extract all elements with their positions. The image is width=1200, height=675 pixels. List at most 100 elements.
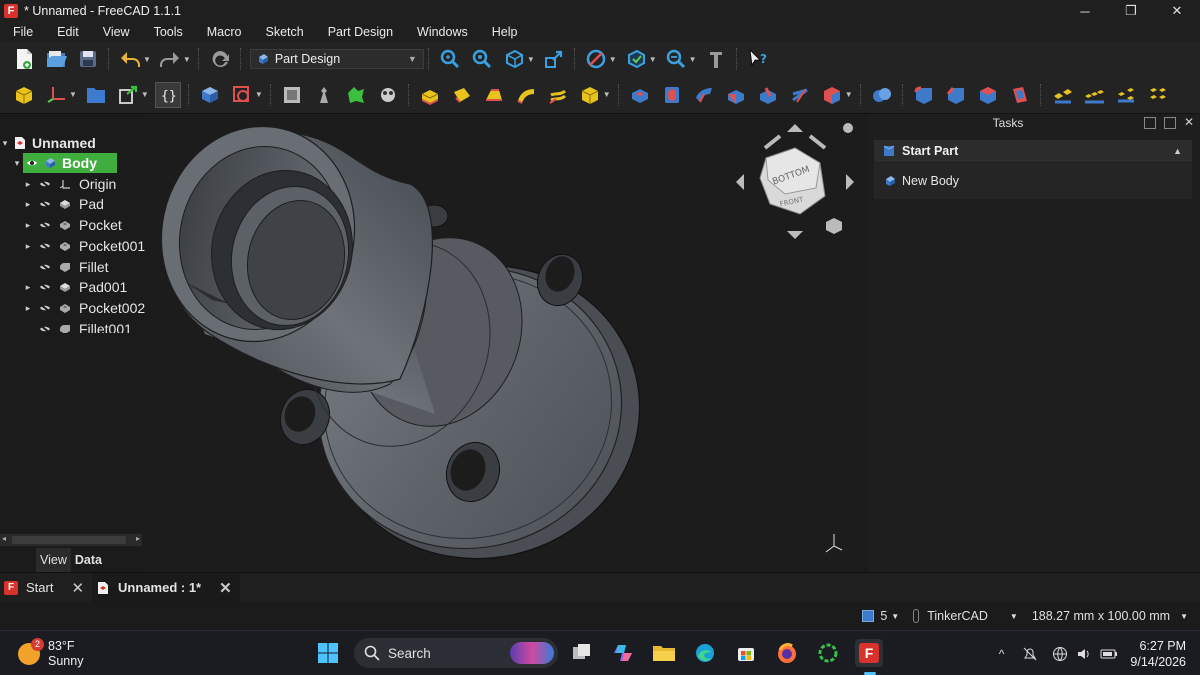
new-sketch-icon[interactable] (229, 82, 255, 108)
minimize-button[interactable]: ─ (1062, 0, 1108, 22)
scroll-left-icon[interactable]: ◂ (2, 534, 6, 543)
menu-macro[interactable]: Macro (195, 25, 254, 39)
close-button[interactable]: ✕ (1154, 0, 1200, 22)
firefox-button[interactable] (773, 639, 801, 667)
undo-dropdown-icon[interactable]: ▼ (143, 55, 151, 64)
chevron-down-icon[interactable]: ▼ (1180, 612, 1188, 621)
tree-item-body[interactable]: ▾ Body (0, 153, 150, 173)
app-button[interactable] (814, 639, 842, 667)
std-view-icon[interactable] (623, 46, 649, 72)
subtractive-primitive-icon[interactable] (819, 82, 845, 108)
tab-view[interactable]: View (36, 548, 71, 572)
link-icon[interactable] (115, 82, 141, 108)
eye-icon[interactable] (26, 158, 38, 168)
tab-data[interactable]: Data (70, 548, 106, 572)
expand-arrow-icon[interactable]: ▸ (23, 199, 33, 210)
3d-viewport[interactable]: BOTTOM FRONT (150, 114, 864, 572)
eye-hidden-icon[interactable] (39, 241, 51, 251)
tree-item-pocket001[interactable]: ▸ Pocket001 (0, 236, 150, 256)
datum-line-icon[interactable] (43, 82, 69, 108)
eye-hidden-icon[interactable] (39, 179, 51, 189)
selection-count[interactable]: 5 ▼ (862, 609, 899, 623)
notifications-off-icon[interactable] (1022, 646, 1038, 662)
variable-set-icon[interactable]: {} (154, 81, 181, 108)
whats-this-icon[interactable]: ? (745, 46, 771, 72)
redo-icon[interactable] (157, 46, 183, 72)
revolution-icon[interactable] (449, 82, 475, 108)
helix-icon[interactable] (545, 82, 571, 108)
eye-hidden-icon[interactable] (39, 220, 51, 230)
tree-item-pad001[interactable]: ▸ Pad001 (0, 277, 150, 297)
refresh-icon[interactable] (207, 46, 233, 72)
pocket-icon[interactable] (627, 82, 653, 108)
validate-sketch-icon[interactable] (279, 82, 305, 108)
save-icon[interactable] (75, 46, 101, 72)
thickness-icon[interactable] (1007, 82, 1033, 108)
freecad-taskbar-button[interactable]: F (855, 639, 883, 667)
additive-primitive-icon[interactable] (577, 82, 603, 108)
eye-hidden-icon[interactable] (39, 262, 51, 272)
tree-horizontal-scrollbar[interactable]: ◂ ▸ (0, 534, 142, 546)
chevron-up-icon[interactable]: ^ (999, 647, 1005, 661)
copilot-button[interactable] (609, 639, 637, 667)
taskbar-search[interactable]: Search (354, 638, 558, 668)
panel-restore-icon[interactable] (1164, 117, 1176, 129)
additive-dropdown-icon[interactable]: ▼ (603, 90, 611, 99)
tree-item-fillet001[interactable]: Fillet001 (0, 319, 150, 333)
eye-hidden-icon[interactable] (39, 282, 51, 292)
pad-icon[interactable] (417, 82, 443, 108)
menu-help[interactable]: Help (480, 25, 530, 39)
expand-arrow-icon[interactable]: ▸ (23, 282, 33, 293)
std-view-dropdown-icon[interactable]: ▼ (649, 55, 657, 64)
draw-style-dropdown-icon[interactable]: ▼ (609, 55, 617, 64)
subtractive-loft-icon[interactable] (723, 82, 749, 108)
sketch-dropdown-icon[interactable]: ▼ (255, 90, 263, 99)
tree-item-fillet[interactable]: Fillet (0, 257, 150, 277)
start-part-section[interactable]: Start Part ▲ (874, 140, 1192, 162)
fit-all-icon[interactable] (437, 46, 463, 72)
collapse-caret-icon[interactable]: ▲ (1173, 146, 1182, 156)
doc-tab-start[interactable]: F Start ✕ (0, 573, 92, 603)
store-button[interactable] (732, 639, 760, 667)
new-body-button[interactable]: New Body (874, 163, 1192, 199)
tree-item-origin[interactable]: ▸ Origin (0, 174, 150, 194)
tree-item-pocket[interactable]: ▸ Pocket (0, 215, 150, 235)
expand-arrow-icon[interactable]: ▸ (23, 220, 33, 231)
menu-windows[interactable]: Windows (405, 25, 480, 39)
eye-hidden-icon[interactable] (39, 303, 51, 313)
navigation-cube[interactable]: BOTTOM FRONT (730, 118, 860, 248)
view-cube-icon[interactable] (501, 46, 527, 72)
loft-icon[interactable] (481, 82, 507, 108)
create-part-icon[interactable] (11, 82, 37, 108)
fillet-icon[interactable] (911, 82, 937, 108)
doc-tab-unnamed[interactable]: Unnamed : 1* ✕ (92, 572, 240, 603)
sub-shape-binder-icon[interactable] (375, 82, 401, 108)
tree-item-pad[interactable]: ▸ Pad (0, 194, 150, 214)
battery-icon[interactable] (1100, 648, 1118, 660)
view-dropdown-icon[interactable]: ▼ (527, 55, 535, 64)
linear-pattern-icon[interactable] (1081, 82, 1107, 108)
open-file-icon[interactable] (43, 46, 69, 72)
volume-icon[interactable] (1076, 646, 1092, 662)
datum-dropdown-icon[interactable]: ▼ (69, 90, 77, 99)
expand-arrow-icon[interactable]: ▸ (23, 303, 33, 314)
zoom-dropdown-icon[interactable]: ▼ (689, 55, 697, 64)
hole-icon[interactable] (659, 82, 685, 108)
task-view-button[interactable] (568, 639, 596, 667)
close-icon[interactable]: ✕ (71, 579, 84, 597)
draft-icon[interactable] (975, 82, 1001, 108)
expand-arrow-icon[interactable]: ▸ (23, 179, 33, 190)
panel-close-icon[interactable]: ✕ (1184, 115, 1194, 129)
undo-icon[interactable] (117, 46, 143, 72)
close-icon[interactable]: ✕ (219, 579, 232, 597)
polar-pattern-icon[interactable] (1113, 82, 1139, 108)
menu-file[interactable]: File (0, 25, 45, 39)
mirrored-icon[interactable] (1049, 82, 1075, 108)
panel-float-icon[interactable] (1144, 117, 1156, 129)
multi-transform-icon[interactable] (1145, 82, 1171, 108)
taskbar-clock[interactable]: 6:27 PM 9/14/2026 (1130, 638, 1186, 670)
tree-root-unnamed[interactable]: ▾ Unnamed (0, 133, 150, 153)
menu-sketch[interactable]: Sketch (254, 25, 316, 39)
language-icon[interactable] (1052, 646, 1068, 662)
shape-binder-icon[interactable] (343, 82, 369, 108)
